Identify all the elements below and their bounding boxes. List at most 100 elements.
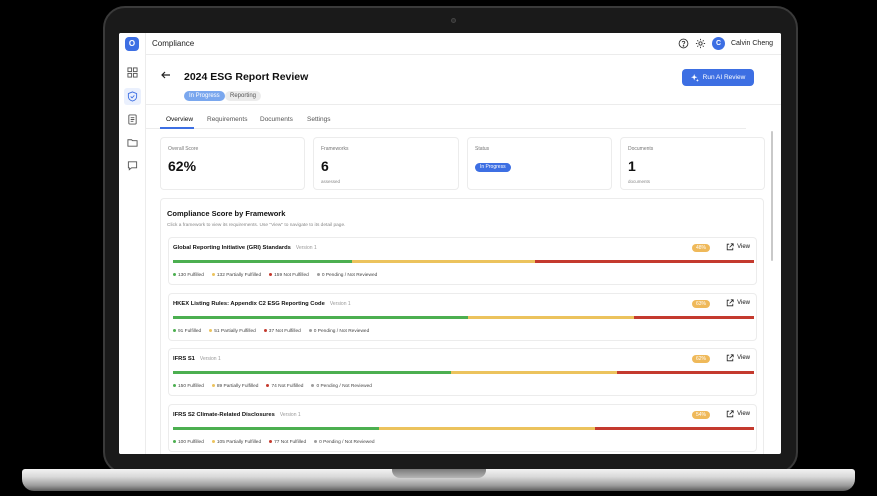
shield-check-icon[interactable]	[124, 88, 141, 105]
framework-row[interactable]: IFRS S1 Version 1 62% View 150 Fulfilled 89 P…	[168, 348, 757, 396]
not-fulfilled-segment	[616, 371, 754, 374]
legend-item: 100 Fulfilled	[173, 440, 204, 445]
legend-text: 0 Pending / Not Reviewed	[313, 329, 370, 334]
legend-dot	[173, 273, 176, 277]
avatar[interactable]: C	[711, 37, 725, 50]
stat-card-frameworks: Frameworks 6 assessed	[313, 137, 459, 190]
legend-text: 89 Partially Fulfilled	[216, 384, 259, 389]
tab-documents[interactable]: Documents	[260, 116, 293, 123]
legend-text: 105 Partially Fulfilled	[216, 440, 262, 445]
stat-value: 62%	[168, 158, 197, 174]
not-fulfilled-segment	[633, 316, 754, 319]
not-fulfilled-segment	[534, 260, 754, 263]
view-link[interactable]: View	[726, 243, 750, 251]
score-badge: 63%	[691, 300, 710, 308]
fulfilled-segment	[173, 427, 380, 430]
legend-dot	[263, 329, 267, 333]
legend-text: 130 Fulfilled	[178, 273, 204, 278]
view-link[interactable]: View	[726, 410, 750, 418]
legend-dot	[173, 440, 176, 444]
legend-text: 51 Partially Fulfilled	[214, 329, 256, 334]
legend-item: 74 Not Fulfilled	[266, 384, 303, 389]
tab-requirements[interactable]: Requirements	[207, 116, 247, 123]
legend-text: 150 Fulfilled	[178, 384, 204, 389]
section-title: Compliance Score by Framework	[167, 209, 286, 218]
score-badge: 48%	[691, 244, 710, 252]
view-label: View	[737, 300, 750, 306]
view-link[interactable]: View	[726, 299, 750, 307]
document-list-icon[interactable]	[126, 113, 139, 126]
framework-version: Version 1	[279, 412, 301, 418]
framework-row[interactable]: IFRS S2 Climate-Related Disclosures Versi…	[168, 404, 757, 452]
score-badge: 54%	[691, 411, 710, 419]
scrollbar-thumb[interactable]	[771, 131, 773, 261]
partial-segment	[352, 260, 535, 263]
page-header: 2024 ESG Report Review In Progress Repor…	[146, 55, 781, 105]
view-label: View	[737, 244, 750, 250]
legend-item: 132 Partially Fulfilled	[211, 273, 262, 278]
framework-name: IFRS S2 Climate-Related Disclosures Versi…	[173, 412, 301, 418]
legend-text: 37 Not Fulfilled	[268, 329, 301, 334]
framework-row[interactable]: Global Reporting Initiative (GRI) Standa…	[168, 237, 757, 285]
legend-text: 132 Partially Fulfilled	[216, 273, 262, 278]
stat-card-status: Status In Progress	[467, 137, 612, 190]
legend-dot	[269, 273, 273, 277]
framework-version: Version 1	[295, 245, 317, 251]
section-subtitle: Click a framework to view its requiremen…	[167, 223, 346, 228]
top-bar: Compliance C Calvin Cheng	[146, 33, 781, 55]
legend-item: 77 Not Fulfilled	[269, 440, 306, 445]
legend-dot	[173, 384, 176, 388]
stat-sub: documents	[628, 179, 651, 184]
category-badge: Reporting	[225, 91, 262, 101]
dashboard-icon[interactable]	[126, 66, 139, 79]
framework-name: Global Reporting Initiative (GRI) Standa…	[173, 245, 317, 251]
fulfilled-segment	[173, 371, 452, 374]
legend-dot	[311, 384, 315, 388]
user-name[interactable]: Calvin Cheng	[731, 40, 773, 47]
legend-item: 0 Pending / Not Reviewed	[316, 273, 377, 278]
external-link-icon	[726, 410, 734, 418]
legend-item: 130 Fulfilled	[173, 273, 204, 278]
legend-dot	[316, 273, 320, 277]
page-title: 2024 ESG Report Review	[184, 71, 309, 83]
legend-text: 0 Pending / Not Reviewed	[319, 440, 375, 445]
view-link[interactable]: View	[726, 354, 750, 362]
app-logo[interactable]: O	[125, 37, 139, 51]
run-ai-review-button[interactable]: Run AI Review	[682, 69, 754, 86]
legend-dot	[209, 329, 213, 333]
framework-name: HKEX Listing Rules: Appendix C2 ESG Repo…	[173, 301, 351, 307]
legend-dot	[211, 440, 215, 444]
legend-item: 150 Fulfilled	[173, 384, 204, 389]
external-link-icon	[726, 243, 734, 251]
legend-text: 159 Not Fulfilled	[274, 273, 309, 278]
fulfilled-segment	[173, 260, 353, 263]
run-ai-review-label: Run AI Review	[702, 74, 746, 81]
camera	[451, 18, 456, 23]
help-icon[interactable]	[678, 38, 689, 49]
chat-icon[interactable]	[126, 159, 139, 172]
folder-icon[interactable]	[126, 136, 139, 149]
framework-name: IFRS S1 Version 1	[173, 356, 221, 362]
legend-item: 159 Not Fulfilled	[269, 273, 309, 278]
progress-bar	[173, 371, 754, 374]
tab-overview[interactable]: Overview	[166, 116, 193, 123]
view-label: View	[737, 411, 750, 417]
not-fulfilled-segment	[595, 427, 754, 430]
framework-score-card: Compliance Score by Framework Click a fr…	[160, 198, 764, 454]
stat-value: 6	[321, 158, 329, 174]
stat-value: 1	[628, 158, 636, 174]
tab-settings[interactable]: Settings	[307, 116, 331, 123]
framework-name-text: IFRS S2 Climate-Related Disclosures	[173, 412, 275, 418]
tab-bar: Overview Requirements Documents Settings	[146, 113, 746, 129]
app-title: Compliance	[152, 39, 195, 48]
status-pill: In Progress	[475, 163, 511, 172]
framework-version: Version 1	[199, 356, 221, 362]
legend-dot	[211, 273, 215, 277]
sidebar: O	[119, 33, 146, 454]
legend-text: 100 Fulfilled	[178, 440, 204, 445]
back-arrow-icon[interactable]	[160, 69, 172, 81]
laptop-notch	[392, 469, 486, 478]
framework-legend: 130 Fulfilled 132 Partially Fulfilled 159 …	[173, 273, 377, 278]
gear-icon[interactable]	[695, 38, 706, 49]
framework-row[interactable]: HKEX Listing Rules: Appendix C2 ESG Repo…	[168, 293, 757, 341]
